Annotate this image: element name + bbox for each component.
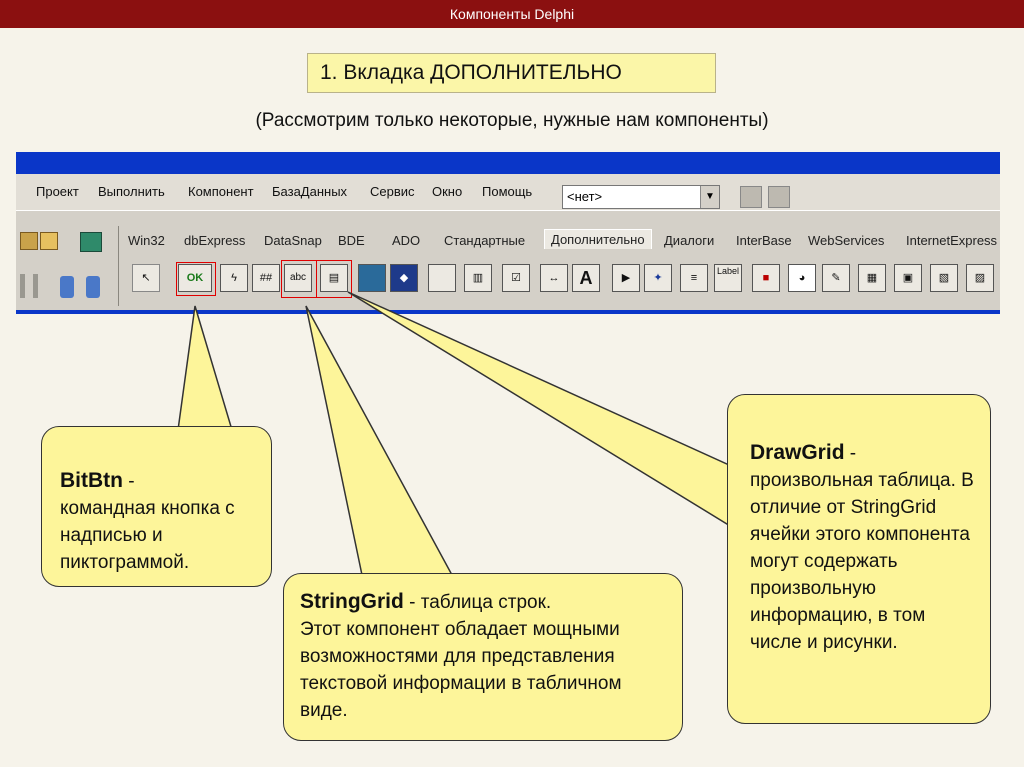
bitbtn-dash: - [122, 471, 135, 492]
bitbtn-pointer [177, 305, 234, 431]
drawgrid-title: DrawGrid [750, 441, 845, 464]
stringgrid-description: Этот компонент обладает мощными возможно… [300, 619, 622, 721]
drawgrid-callout: DrawGrid - произвольная таблица. В отлич… [727, 394, 991, 724]
stringgrid-title: StringGrid [300, 590, 404, 613]
drawgrid-dash: - [844, 443, 857, 464]
bitbtn-description: командная кнопка с надписью и пиктограмм… [60, 498, 235, 573]
stringgrid-pointer [305, 305, 454, 576]
bitbtn-title: BitBtn [60, 469, 123, 492]
bitbtn-callout: BitBtn - командная кнопка с надписью и п… [41, 426, 272, 587]
stringgrid-callout: StringGrid - таблица строк. Этот компоне… [283, 573, 683, 741]
stringgrid-dash: - таблица строк. [403, 592, 552, 613]
drawgrid-description: произвольная таблица. В отличие от Strin… [750, 470, 974, 653]
